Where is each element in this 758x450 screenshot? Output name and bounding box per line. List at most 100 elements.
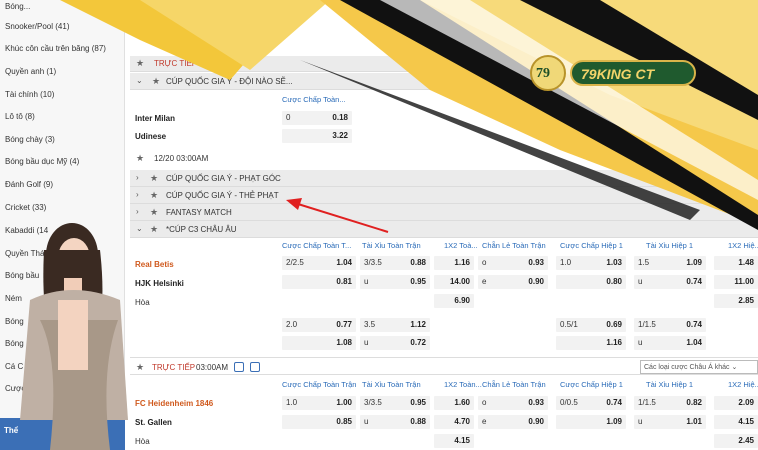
odds-cell[interactable]: 1.0 1.00 [282, 396, 356, 410]
chevron-down-icon[interactable]: ⌄ [136, 224, 143, 233]
odds-cell[interactable]: 2/2.5 1.04 [282, 256, 356, 270]
odds-cell[interactable]: e 0.90 [478, 415, 548, 429]
column-header: Tài Xỉu Hiệp 1 [646, 241, 694, 250]
star-icon[interactable]: ★ [136, 58, 144, 69]
odds-cell[interactable]: 0/0.5 0.74 [556, 396, 626, 410]
sidebar-item[interactable]: Cá C [5, 362, 23, 371]
odds-cell[interactable]: u 0.88 [360, 415, 430, 429]
chevron-right-icon[interactable]: › [136, 173, 139, 182]
odds-cell[interactable]: u 0.72 [360, 336, 430, 350]
star-icon[interactable]: ★ [150, 207, 158, 218]
stats-icon[interactable] [234, 362, 244, 372]
odds-cell[interactable]: 1.08 [282, 336, 356, 350]
odds-cell[interactable]: u 0.95 [360, 275, 430, 289]
odds-cell[interactable]: 1/1.5 0.74 [634, 318, 706, 332]
sidebar-item[interactable]: Bóng chày (3) [5, 135, 55, 144]
brand-logo[interactable]: 79 79KING CT [530, 55, 698, 91]
odds-value: 0.95 [410, 277, 426, 286]
odds-value: 1.16 [606, 338, 622, 347]
odds-cell[interactable]: 2.09 [714, 396, 758, 410]
odds-cell[interactable]: 3/3.5 0.95 [360, 396, 430, 410]
sidebar-item[interactable]: Quyền anh (1) [5, 67, 56, 76]
home-team[interactable]: FC Heidenheim 1846 [135, 399, 213, 408]
sidebar-item[interactable]: Cricket (33) [5, 203, 46, 212]
odds-cell[interactable]: 2.45 [714, 434, 758, 448]
star-icon[interactable]: ★ [152, 76, 160, 87]
chevron-right-icon[interactable]: › [136, 190, 139, 199]
odds-cell[interactable]: 3/3.5 0.88 [360, 256, 430, 270]
odds-cell[interactable]: 0 0.18 [282, 111, 352, 125]
odds-cell[interactable]: e 0.90 [478, 275, 548, 289]
odds-cell[interactable]: u 1.04 [634, 336, 706, 350]
sidebar-item[interactable]: Tài chính (10) [5, 90, 54, 99]
bet-type-select[interactable]: Các loại cược Châu Á khác ⌄ [640, 360, 758, 374]
odds-cell[interactable]: 1.0 1.03 [556, 256, 626, 270]
away-team[interactable]: Udinese [135, 132, 166, 141]
odds-cell[interactable]: 2.85 [714, 294, 758, 308]
odds-value: 0.72 [410, 338, 426, 347]
odds-cell[interactable]: 0.85 [282, 415, 356, 429]
odds-value: 0.74 [606, 398, 622, 407]
sidebar-item[interactable]: Bóng [5, 317, 24, 326]
sidebar-item[interactable]: Bóng bầu dục Mỹ (4) [5, 157, 79, 166]
chart-icon[interactable] [250, 362, 260, 372]
chevron-down-icon[interactable]: ⌄ [136, 76, 143, 85]
odds-cell[interactable]: o 0.93 [478, 396, 548, 410]
league-header-collapsed[interactable]: › ★ CÚP QUỐC GIA Ý - PHẠT GÓC [130, 170, 758, 187]
odds-cell[interactable]: 11.00 [714, 275, 758, 289]
sidebar-item[interactable]: Kabaddi (14 [5, 226, 48, 235]
odds-cell[interactable]: 1.09 [556, 415, 626, 429]
chevron-right-icon[interactable]: › [136, 207, 139, 216]
odds-cell[interactable]: 2.0 0.77 [282, 318, 356, 332]
odds-cell[interactable]: u 0.74 [634, 275, 706, 289]
odds-cell[interactable]: 3.22 [282, 129, 352, 143]
odds-cell[interactable]: 0.80 [556, 275, 626, 289]
odds-value: 0.90 [528, 277, 544, 286]
sidebar-item[interactable]: Khúc côn cầu trên băng (87) [5, 44, 106, 53]
home-team[interactable]: Real Betis [135, 260, 174, 269]
odds-cell[interactable]: 1.48 [714, 256, 758, 270]
league-header-collapsed[interactable]: › ★ FANTASY MATCH [130, 204, 758, 221]
odds-cell[interactable]: 6.90 [434, 294, 474, 308]
sidebar-item[interactable]: Ném [5, 294, 22, 303]
sidebar-item[interactable]: Cược [5, 384, 25, 393]
home-team[interactable]: Inter Milan [135, 114, 175, 123]
brand-name: 79KING CT [570, 60, 696, 86]
sidebar-bottom-tab[interactable]: Thể [0, 418, 125, 450]
column-header: Tài Xỉu Toàn Trận [362, 241, 421, 250]
sidebar-item[interactable]: Snooker/Pool (41) [5, 22, 69, 31]
odds-cell[interactable]: 0.81 [282, 275, 356, 289]
odds-value: 0.77 [336, 320, 352, 329]
odds-cell[interactable]: 1.60 [434, 396, 474, 410]
sidebar-item[interactable]: Bóng [5, 339, 24, 348]
sidebar-item[interactable]: Bóng... [5, 2, 30, 11]
star-icon[interactable]: ★ [150, 224, 158, 235]
odds-cell[interactable]: 1/1.5 0.82 [634, 396, 706, 410]
league-header-collapsed[interactable]: › ★ CÚP QUỐC GIA Ý - THẺ PHẠT [130, 187, 758, 204]
odds-cell[interactable]: 14.00 [434, 275, 474, 289]
sidebar-item[interactable]: Lô tô (8) [5, 112, 35, 121]
league-header-europa-conference[interactable]: ⌄ ★ *CÚP C3 CHÂU ÂU [130, 221, 758, 238]
odds-cell[interactable]: 1.16 [434, 256, 474, 270]
odds-value: 1.03 [606, 258, 622, 267]
odds-cell[interactable]: 0.5/1 0.69 [556, 318, 626, 332]
star-icon[interactable]: ★ [136, 362, 144, 373]
away-team[interactable]: HJK Helsinki [135, 279, 184, 288]
odds-cell[interactable]: 1.5 1.09 [634, 256, 706, 270]
sidebar-item[interactable]: Đánh Golf (9) [5, 180, 53, 189]
away-team[interactable]: St. Gallen [135, 418, 172, 427]
star-icon[interactable]: ★ [136, 153, 144, 164]
odds-cell[interactable]: 1.16 [556, 336, 626, 350]
sidebar-item[interactable]: Bóng bầu [5, 271, 39, 280]
odds-cell[interactable]: 3.5 1.12 [360, 318, 430, 332]
star-icon[interactable]: ★ [150, 173, 158, 184]
odds-cell[interactable]: 4.15 [434, 434, 474, 448]
odds-value: 2.85 [738, 296, 754, 305]
sidebar-item[interactable]: Quyền Thá [5, 249, 44, 258]
odds-value: 0.93 [528, 258, 544, 267]
odds-cell[interactable]: o 0.93 [478, 256, 548, 270]
star-icon[interactable]: ★ [150, 190, 158, 201]
odds-cell[interactable]: 4.70 [434, 415, 474, 429]
odds-cell[interactable]: u 1.01 [634, 415, 706, 429]
odds-cell[interactable]: 4.15 [714, 415, 758, 429]
